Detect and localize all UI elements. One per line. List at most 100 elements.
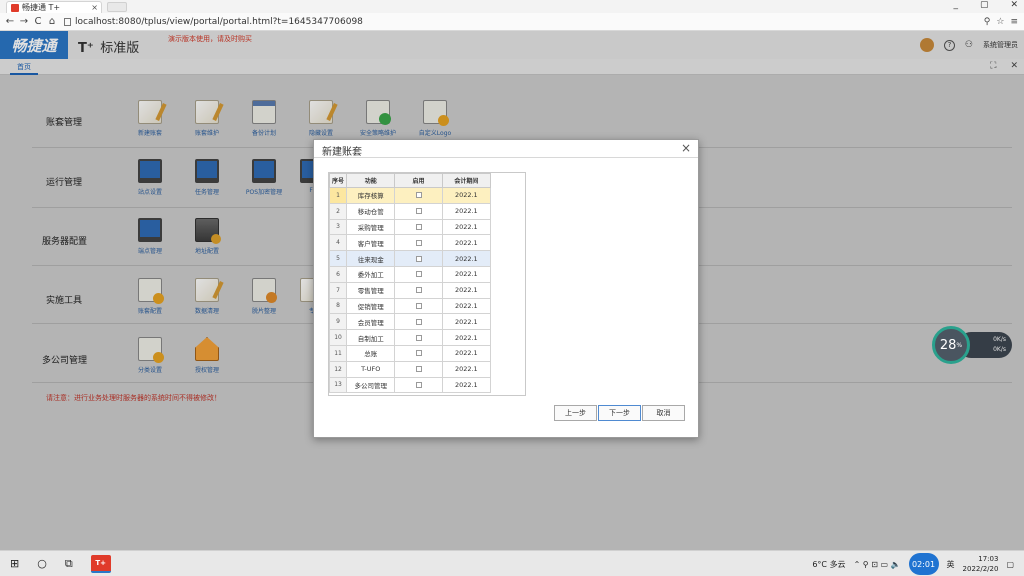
tab-title: 畅捷通 T+ (22, 3, 61, 12)
browser-tools: ⚲ ☆ ≡ (984, 17, 1018, 27)
enable-checkbox[interactable] (415, 350, 422, 357)
table-row[interactable]: 9 会员管理 2022.1 (329, 313, 492, 331)
row-enable-cell (394, 313, 443, 331)
notification-icon[interactable]: ▢ (1006, 560, 1014, 569)
address-bar: ← → C ⌂ localhost:8080/tplus/view/portal… (0, 13, 1024, 31)
start-icon[interactable]: ⊞ (10, 557, 19, 570)
new-tab-button[interactable] (107, 2, 127, 12)
row-enable-cell (394, 218, 443, 236)
url-field[interactable]: localhost:8080/tplus/view/portal/portal.… (64, 17, 984, 27)
table-row[interactable]: 6 委外加工 2022.1 (329, 265, 492, 283)
enable-checkbox[interactable] (415, 287, 422, 294)
row-seq: 4 (329, 234, 348, 252)
table-row[interactable]: 11 总账 2022.1 (329, 344, 492, 362)
table-row[interactable]: 7 零售管理 2022.1 (329, 281, 492, 299)
table-row[interactable]: 2 移动仓管 2022.1 (329, 202, 492, 220)
menu-icon[interactable]: ≡ (1010, 17, 1018, 27)
row-seq: 7 (329, 281, 348, 299)
row-function: T-UFO (346, 360, 396, 378)
table-row[interactable]: 8 促销管理 2022.1 (329, 297, 492, 315)
forward-icon[interactable]: → (18, 16, 30, 27)
next-button[interactable]: 下一步 (598, 405, 641, 421)
enable-checkbox[interactable] (415, 318, 422, 325)
ime-indicator[interactable]: 英 (947, 559, 955, 570)
enable-checkbox[interactable] (415, 334, 422, 341)
maximize-icon[interactable]: ▢ (980, 0, 989, 10)
row-enable-cell (394, 360, 443, 378)
browser-tab[interactable]: 畅捷通 T+ × (6, 1, 102, 13)
enable-checkbox[interactable] (415, 208, 422, 215)
row-enable-cell (394, 297, 443, 315)
new-account-dialog: 新建账套 × 序号 功能 启用 会计期间 1 库存核算 2022.1 2 移动仓管 202… (313, 139, 699, 438)
row-period: 2022.1 (441, 202, 492, 220)
row-seq: 5 (329, 250, 348, 267)
task-view-icon[interactable]: ⧉ (65, 557, 73, 571)
row-enable-cell (394, 187, 443, 204)
table-row[interactable]: 10 自制加工 2022.1 (329, 329, 492, 346)
minimize-icon[interactable]: _ (953, 0, 958, 10)
row-seq: 3 (329, 218, 348, 236)
enable-checkbox[interactable] (415, 239, 422, 246)
table-row[interactable]: 4 客户管理 2022.1 (329, 234, 492, 252)
key-icon[interactable]: ⚲ (984, 17, 991, 27)
enable-checkbox[interactable] (415, 302, 422, 309)
row-function: 总账 (346, 344, 396, 362)
row-period: 2022.1 (441, 329, 492, 346)
clock[interactable]: 17:03 2022/2/20 (963, 554, 999, 574)
row-seq: 10 (329, 329, 348, 346)
row-period: 2022.1 (441, 344, 492, 362)
taskbar-left: ⊞ ○ ⧉ T+ (0, 554, 111, 573)
prev-button[interactable]: 上一步 (554, 405, 597, 421)
search-icon[interactable]: ○ (37, 557, 47, 570)
row-function: 多公司管理 (346, 376, 396, 394)
table-row[interactable]: 5 往来现金 2022.1 (329, 250, 492, 267)
enable-checkbox[interactable] (415, 223, 422, 230)
row-period: 2022.1 (441, 250, 492, 267)
tplus-app-icon[interactable]: T+ (90, 554, 111, 573)
home-icon[interactable]: ⌂ (46, 16, 58, 27)
dialog-divider (314, 157, 698, 158)
bookmark-star-icon[interactable]: ☆ (996, 17, 1004, 27)
row-enable-cell (394, 202, 443, 220)
browser-tabbar: 畅捷通 T+ × _ ▢ ✕ (0, 0, 1024, 13)
row-enable-cell (394, 376, 443, 394)
row-enable-cell (394, 250, 443, 267)
row-function: 促销管理 (346, 297, 396, 315)
speed-percent-value: 28 (939, 337, 957, 353)
reload-icon[interactable]: C (32, 16, 44, 27)
speed-percent-unit: % (956, 341, 963, 349)
system-tray: 6°C 多云 ⌃ ⚲ ⊡ ▭ 🔈 02:01 英 17:03 2022/2/20… (812, 551, 1014, 576)
row-seq: 11 (329, 344, 348, 362)
row-period: 2022.1 (441, 313, 492, 331)
row-period: 2022.1 (441, 376, 492, 394)
col-function: 功能 (346, 173, 396, 188)
enable-checkbox[interactable] (415, 381, 422, 388)
row-period: 2022.1 (441, 360, 492, 378)
enable-checkbox[interactable] (415, 192, 422, 199)
dialog-close-icon[interactable]: × (681, 141, 691, 155)
col-period: 会计期间 (441, 173, 492, 188)
table-row[interactable]: 1 库存核算 2022.1 (329, 187, 492, 204)
row-enable-cell (394, 265, 443, 283)
enable-checkbox[interactable] (415, 271, 422, 278)
row-function: 移动仓管 (346, 202, 396, 220)
cancel-button[interactable]: 取消 (642, 405, 685, 421)
back-icon[interactable]: ← (4, 16, 16, 27)
close-window-icon[interactable]: ✕ (1010, 0, 1018, 10)
enable-checkbox[interactable] (415, 366, 422, 373)
row-enable-cell (394, 234, 443, 252)
clock-time: 17:03 (978, 555, 999, 563)
row-function: 采购管理 (346, 218, 396, 236)
tray-icons[interactable]: ⌃ ⚲ ⊡ ▭ 🔈 (854, 560, 901, 569)
weather[interactable]: 6°C 多云 (812, 559, 845, 570)
table-row[interactable]: 3 采购管理 2022.1 (329, 218, 492, 236)
dialog-title: 新建账套 (322, 147, 362, 158)
tab-close-icon[interactable]: × (91, 3, 98, 12)
table-header-row: 序号 功能 启用 会计期间 (329, 173, 492, 188)
timer-bubble[interactable]: 02:01 (908, 553, 939, 575)
enable-checkbox[interactable] (415, 255, 422, 262)
row-period: 2022.1 (441, 187, 492, 204)
table-row[interactable]: 12 T-UFO 2022.1 (329, 360, 492, 378)
table-row[interactable]: 13 多公司管理 2022.1 (329, 376, 492, 394)
row-period: 2022.1 (441, 218, 492, 236)
